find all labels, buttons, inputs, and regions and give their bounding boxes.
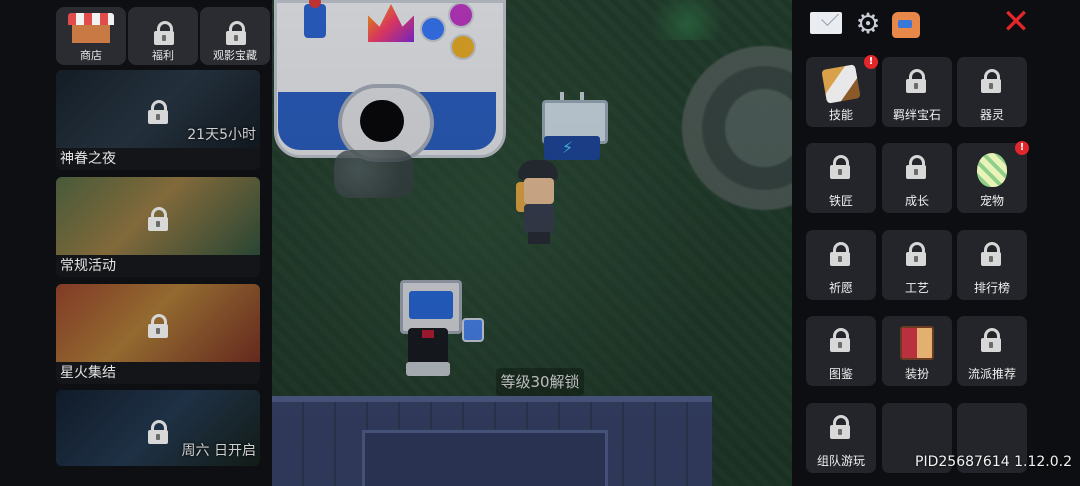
player-body — [524, 204, 554, 234]
lock-icon — [224, 21, 248, 45]
watch-treasure-label: 观影宝藏 — [213, 49, 257, 62]
right-panel: ⚙ ✕ 技能! 羁绊宝石 器灵 铁匠 成长 宠物! 祈愿 工艺 排行榜 图鉴 装扮 流派推荐 组队游玩 … — [792, 0, 1080, 486]
event-title: 常规活动 — [56, 255, 260, 277]
feature-label: 技能 — [828, 108, 853, 122]
feature-cell-6[interactable]: 祈愿 — [806, 230, 876, 300]
lock-icon — [904, 155, 928, 179]
feature-label: 宠物 — [979, 194, 1004, 208]
lock-icon — [979, 328, 1003, 352]
lock-icon — [979, 242, 1003, 266]
wardrobe-icon — [900, 326, 934, 360]
feature-cell-8[interactable]: 排行榜 — [957, 230, 1027, 300]
lock-icon — [146, 420, 170, 444]
feature-cell-10[interactable]: 装扮 — [882, 316, 952, 386]
lock-icon — [979, 69, 1003, 93]
lock-icon — [146, 207, 170, 231]
mail-icon[interactable] — [810, 12, 842, 34]
event-card-divine-night[interactable]: 21天5小时 神眷之夜 — [56, 70, 260, 170]
robot-screen — [400, 280, 462, 334]
feature-cell-4[interactable]: 成长 — [882, 143, 952, 213]
game-world[interactable]: ⚡ 等级30解锁 — [272, 0, 792, 486]
rock-pile — [334, 150, 414, 198]
lock-icon — [828, 328, 852, 352]
player-character — [514, 160, 562, 246]
power-chest[interactable]: ⚡ — [542, 92, 608, 162]
feature-cell-9[interactable]: 图鉴 — [806, 316, 876, 386]
event-card-spark-gathering[interactable]: 星火集结 — [56, 284, 260, 384]
bag-icon[interactable] — [892, 12, 920, 38]
feature-label: 羁绊宝石 — [892, 108, 941, 122]
gear-icon[interactable]: ⚙ — [854, 10, 882, 38]
feature-label: 组队游玩 — [816, 454, 865, 468]
event-title: 神眷之夜 — [56, 148, 260, 170]
event-timer: 周六 日开启 — [181, 443, 256, 459]
alert-badge: ! — [1015, 141, 1029, 155]
gacha-machine[interactable] — [274, 0, 506, 162]
event-timer: 21天5小时 — [187, 127, 256, 143]
joystick-icon — [304, 0, 326, 38]
lock-icon — [152, 21, 176, 45]
stone-circle-platform — [664, 38, 792, 218]
shop-button[interactable]: 商店 — [56, 7, 126, 65]
sword-icon — [821, 64, 861, 104]
robot-npc[interactable] — [396, 280, 486, 380]
bush-cluster — [642, 0, 732, 40]
gold-orb-icon — [450, 34, 476, 60]
lightning-icon: ⚡ — [562, 138, 574, 157]
shop-icon — [68, 13, 114, 43]
stone-plaza — [272, 396, 712, 486]
egg-icon — [977, 153, 1007, 187]
left-panel: 商店 福利 观影宝藏 21天5小时 神眷之夜 常规活动 星火集结 周六 日开启 — [0, 0, 272, 486]
welfare-button[interactable]: 福利 — [128, 7, 198, 65]
feature-label: 祈愿 — [828, 281, 853, 295]
lock-icon — [828, 242, 852, 266]
welfare-label: 福利 — [152, 49, 174, 62]
feature-label: 器灵 — [979, 108, 1004, 122]
event-card-regular[interactable]: 常规活动 — [56, 177, 260, 277]
feature-cell-1[interactable]: 羁绊宝石 — [882, 57, 952, 127]
close-icon[interactable]: ✕ — [1000, 5, 1032, 39]
feature-label: 工艺 — [904, 281, 929, 295]
plaza-inner-tile — [362, 430, 608, 486]
watch-treasure-button[interactable]: 观影宝藏 — [200, 7, 270, 65]
unlock-hint: 等级30解锁 — [496, 368, 584, 396]
feature-cell-3[interactable]: 铁匠 — [806, 143, 876, 213]
feature-label: 图鉴 — [828, 367, 853, 381]
feature-cell-12[interactable]: 组队游玩 — [806, 403, 876, 473]
lock-icon — [904, 242, 928, 266]
lock-icon — [828, 415, 852, 439]
blue-orb-icon — [420, 16, 446, 42]
event-title: 星火集结 — [56, 362, 260, 384]
bowtie-icon — [422, 330, 434, 338]
feature-cell-5[interactable]: 宠物! — [957, 141, 1029, 213]
player-hat — [518, 160, 558, 180]
lock-icon — [828, 155, 852, 179]
pink-orb-icon — [448, 2, 474, 28]
player-legs — [528, 232, 550, 244]
feature-label: 排行榜 — [973, 281, 1010, 295]
feature-label: 成长 — [904, 194, 929, 208]
event-card-weekend[interactable]: 周六 日开启 — [56, 390, 260, 466]
handheld-device-icon — [462, 318, 484, 342]
lock-icon — [146, 100, 170, 124]
player-face — [524, 178, 554, 204]
feature-cell-2[interactable]: 器灵 — [957, 57, 1027, 127]
feature-label: 流派推荐 — [967, 367, 1016, 381]
lock-icon — [904, 69, 928, 93]
feature-label: 装扮 — [904, 367, 929, 381]
feature-cell-11[interactable]: 流派推荐 — [957, 316, 1027, 386]
lock-icon — [146, 314, 170, 338]
feature-label: 铁匠 — [828, 194, 853, 208]
pid-version-text: PID25687614 1.12.0.2 — [915, 454, 1072, 470]
feature-cell-0[interactable]: 技能! — [806, 55, 878, 127]
feature-cell-7[interactable]: 工艺 — [882, 230, 952, 300]
robot-stand — [406, 362, 450, 376]
alert-badge: ! — [864, 55, 878, 69]
shop-label: 商店 — [80, 49, 102, 62]
